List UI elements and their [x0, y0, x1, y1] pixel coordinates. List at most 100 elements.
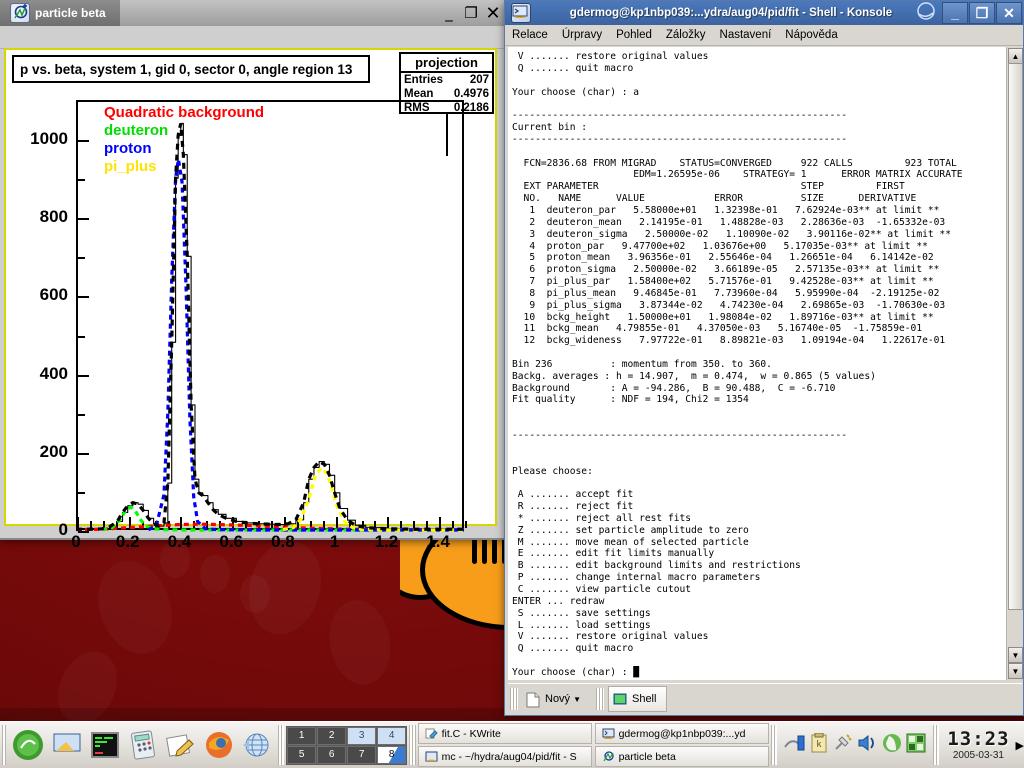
- stats-row-mean: Mean 0.4976: [401, 87, 492, 101]
- konsole-body: V ....... restore original values Q ....…: [508, 47, 1023, 680]
- stats-value-mean: 0.4976: [453, 88, 489, 100]
- x-minor-tick: [465, 521, 467, 528]
- desktop-pager[interactable]: 1 2 3 4 5 6 7 8: [286, 725, 408, 765]
- konsole-titlebar[interactable]: gdermog@kp1nbp039:...ydra/aug04/pid/fit …: [505, 1, 1023, 25]
- root-window-buttons[interactable]: _ ❐ ✕: [438, 0, 504, 26]
- tabbar-grip[interactable]: [510, 688, 518, 710]
- pager-desktop-3[interactable]: 3: [347, 726, 377, 745]
- root-canvas[interactable]: p vs. beta, system 1, gid 0, sector 0, a…: [6, 50, 495, 551]
- konsole-tab-shell[interactable]: Shell: [607, 686, 668, 712]
- task-button-particle-beta[interactable]: particle beta: [594, 746, 769, 767]
- root-window-tab[interactable]: particle beta: [0, 0, 120, 26]
- clock-handle[interactable]: [932, 725, 940, 765]
- menu-upravy[interactable]: Úrpravy: [555, 29, 609, 41]
- task-button-kwrite[interactable]: fit.C - KWrite: [417, 723, 592, 744]
- plot-legend: Quadratic background deuteron proton pi_…: [104, 104, 264, 176]
- pager-desktop-8[interactable]: 8: [377, 745, 407, 764]
- konsole-menubar[interactable]: Relace Úrpravy Pohled Záložky Nastavení …: [505, 25, 1023, 46]
- x-tick-label: 0.2: [115, 532, 140, 551]
- tray-handle[interactable]: [770, 725, 777, 765]
- stats-label-entries: Entries: [404, 74, 443, 86]
- volume-icon[interactable]: [856, 733, 878, 758]
- konsole-title: gdermog@kp1nbp039:...ydra/aug04/pid/fit …: [569, 7, 893, 19]
- launcher-terminal[interactable]: [89, 726, 121, 764]
- task-button-kwrite-label: fit.C - KWrite: [441, 727, 501, 740]
- konsole-tab-new[interactable]: Nový ▼: [522, 687, 591, 711]
- power-plug-icon[interactable]: [832, 733, 852, 758]
- terminal-output[interactable]: V ....... restore original values Q ....…: [508, 47, 1006, 680]
- terminal-scrollbar[interactable]: ▲ ▼ ▼: [1006, 47, 1023, 680]
- network-icon[interactable]: [784, 733, 806, 758]
- pager-desktop-1[interactable]: 1: [287, 726, 317, 745]
- pager-desktop-7[interactable]: 7: [347, 745, 377, 764]
- legend-item-pi-plus: pi_plus: [104, 158, 157, 175]
- menu-napoveda[interactable]: Nápověda: [778, 29, 844, 41]
- konsole-tabbar[interactable]: Nový ▼ Shell: [508, 683, 1022, 714]
- kwrite-icon: [425, 750, 438, 763]
- scroll-down-button-upper[interactable]: ▼: [1008, 647, 1023, 663]
- tasks-handle[interactable]: [409, 725, 416, 765]
- minimize-button[interactable]: _: [942, 2, 968, 24]
- task-button-particle-beta-label: particle beta: [618, 750, 676, 763]
- tabbar-grip-2[interactable]: [595, 688, 604, 710]
- menu-pohled[interactable]: Pohled: [609, 29, 659, 41]
- launcher-kmenu[interactable]: [11, 726, 45, 764]
- pager-desktop-5[interactable]: 5: [287, 745, 317, 764]
- maximize-button[interactable]: ❐: [460, 0, 482, 26]
- klipper-icon[interactable]: k: [810, 732, 828, 758]
- taskbar[interactable]: 1 2 3 4 5 6 7 8 fit.C - KWrite gdermog@k…: [0, 721, 1024, 768]
- root-canvas-frame: p vs. beta, system 1, gid 0, sector 0, a…: [4, 48, 497, 551]
- series-total-fit: [76, 123, 464, 531]
- task-list[interactable]: fit.C - KWrite gdermog@kp1nbp039:...yd m…: [417, 723, 769, 767]
- task-button-konsole-label: gdermog@kp1nbp039:...yd: [618, 727, 746, 740]
- system-tray[interactable]: k: [779, 732, 931, 758]
- stats-row-entries: Entries 207: [401, 73, 492, 87]
- x-tick-label: 0.4: [167, 532, 192, 551]
- maximize-button[interactable]: ❐: [969, 2, 995, 24]
- close-button[interactable]: ✕: [996, 2, 1022, 24]
- pager-desktop-6[interactable]: 6: [317, 745, 347, 764]
- menu-relace[interactable]: Relace: [505, 29, 555, 41]
- root-titlebar-filler: [119, 0, 438, 26]
- pager-handle[interactable]: [277, 725, 285, 765]
- launcher-firefox[interactable]: [203, 726, 235, 764]
- close-button[interactable]: ✕: [482, 0, 504, 26]
- clock-time: 13:23: [947, 728, 1010, 750]
- konsole-logo-icon: [916, 1, 936, 26]
- launcher-browser[interactable]: [241, 726, 273, 764]
- x-tick-label: 1.4: [426, 532, 450, 551]
- konsole-icon: [511, 3, 531, 23]
- taskbar-expand-arrow[interactable]: ▶: [1016, 739, 1024, 752]
- root-canvas-window[interactable]: particle beta _ ❐ ✕ p vs. beta, system 1…: [0, 0, 506, 551]
- battery-icon[interactable]: [882, 733, 902, 758]
- clock[interactable]: 13:23 2005-03-31: [941, 724, 1015, 766]
- scroll-up-button[interactable]: ▲: [1008, 48, 1023, 64]
- root-icon: [602, 750, 615, 763]
- chevron-down-icon[interactable]: ▼: [573, 695, 581, 704]
- x-tick-label: 0.8: [271, 532, 295, 551]
- menu-nastaveni[interactable]: Nastavení: [713, 29, 779, 41]
- stats-value-entries: 207: [469, 74, 489, 86]
- desktop-preview-icon[interactable]: [906, 733, 926, 758]
- task-button-mc[interactable]: mc - ~/hydra/aug04/pid/fit - S: [417, 746, 592, 767]
- histogram-plot[interactable]: 0 200 400 600 800 1000 0 0.2 0.4 0.6 0.8 1 1.2 1.4 Q…: [30, 100, 467, 551]
- root-window-menubar[interactable]: [0, 26, 504, 49]
- launcher-calculator[interactable]: [127, 726, 159, 764]
- launcher-editor[interactable]: [165, 726, 197, 764]
- scroll-thumb[interactable]: [1008, 63, 1023, 610]
- root-window-tab-label: particle beta: [35, 6, 106, 20]
- konsole-window[interactable]: gdermog@kp1nbp039:...ydra/aug04/pid/fit …: [504, 0, 1024, 716]
- kwrite-icon: [425, 727, 438, 740]
- minimize-button[interactable]: _: [438, 0, 460, 26]
- legend-item-proton: proton: [104, 140, 152, 157]
- konsole-tab-new-label: Nový: [545, 693, 571, 705]
- scroll-down-button[interactable]: ▼: [1008, 663, 1023, 679]
- taskbar-handle[interactable]: [2, 725, 6, 765]
- pager-desktop-4[interactable]: 4: [377, 726, 407, 745]
- task-button-konsole[interactable]: gdermog@kp1nbp039:...yd: [594, 723, 769, 744]
- pager-desktop-2[interactable]: 2: [317, 726, 347, 745]
- launcher-show-desktop[interactable]: [51, 726, 83, 764]
- menu-zalozky[interactable]: Záložky: [659, 29, 713, 41]
- root-window-titlebar[interactable]: particle beta _ ❐ ✕: [0, 0, 504, 26]
- histogram-title: p vs. beta, system 1, gid 0, sector 0, a…: [20, 61, 353, 77]
